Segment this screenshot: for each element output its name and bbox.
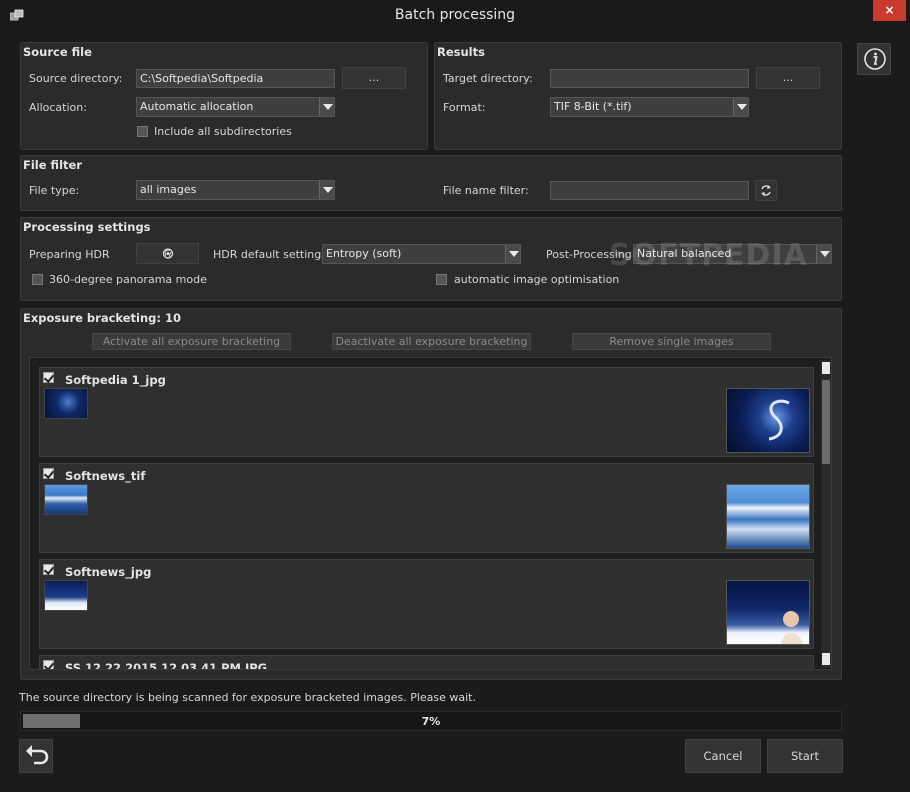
file-type-value: all images (140, 183, 197, 196)
chevron-down-icon (505, 245, 520, 263)
panorama-mode-checkbox[interactable] (32, 274, 43, 285)
processing-settings-title: Processing settings (23, 220, 151, 234)
processing-settings-panel: Processing settings Preparing HDR HDR de… (20, 217, 842, 301)
item-thumbnail-small (44, 388, 88, 419)
source-directory-label: Source directory: (29, 72, 123, 85)
format-value: TIF 8-Bit (*.tif) (554, 100, 632, 113)
exposure-list[interactable]: Softpedia 1_jpg Softnews_tif Softnews_jp… (29, 357, 832, 670)
progress-text: 7% (421, 715, 441, 728)
list-item[interactable]: Softpedia 1_jpg (39, 367, 814, 457)
file-type-select[interactable]: all images (136, 180, 335, 200)
preparing-hdr-label: Preparing HDR (29, 248, 110, 261)
window-title: Batch processing (394, 7, 516, 23)
source-file-title: Source file (23, 45, 92, 59)
hdr-default-settings-select[interactable]: Entropy (soft) (322, 244, 521, 264)
close-button[interactable]: × (873, 0, 906, 21)
list-item[interactable]: SS 12 22 2015 12 03 41 PM JPG (39, 655, 814, 670)
file-filter-panel: File filter File type: all images File n… (20, 155, 842, 211)
item-thumbnail-small (44, 580, 88, 611)
file-name-filter-label: File name filter: (443, 184, 529, 197)
target-directory-input[interactable] (550, 69, 749, 88)
chevron-down-icon (319, 181, 334, 199)
file-type-label: File type: (29, 184, 80, 197)
item-name: Softnews_tif (65, 469, 146, 483)
chevron-down-icon (733, 98, 748, 116)
list-item[interactable]: Softnews_jpg (39, 559, 814, 649)
source-browse-button[interactable]: ... (342, 67, 406, 89)
item-name: SS 12 22 2015 12 03 41 PM JPG (65, 661, 268, 670)
chevron-down-icon (816, 245, 831, 263)
allocation-label: Allocation: (29, 101, 87, 114)
preparing-hdr-button[interactable] (136, 243, 199, 264)
hdr-default-settings-label: HDR default settings: (213, 248, 331, 261)
panorama-mode-label: 360-degree panorama mode (49, 273, 207, 286)
scroll-down-icon[interactable] (822, 653, 830, 665)
refresh-filter-button[interactable] (755, 180, 777, 201)
format-label: Format: (443, 101, 486, 114)
source-directory-input[interactable]: C:\Softpedia\Softpedia (136, 69, 335, 88)
item-name: Softnews_jpg (65, 565, 152, 579)
scroll-up-icon[interactable] (822, 362, 830, 374)
hdr-default-settings-value: Entropy (soft) (326, 247, 402, 260)
file-filter-title: File filter (23, 158, 82, 172)
target-directory-label: Target directory: (443, 72, 533, 85)
chevron-down-icon (319, 98, 334, 116)
include-subdirectories-label: Include all subdirectories (154, 125, 292, 138)
title-bar: Batch processing × (0, 0, 910, 31)
scrollbar-thumb[interactable] (822, 380, 830, 464)
back-button[interactable] (19, 739, 53, 773)
item-checkbox[interactable] (43, 372, 54, 383)
item-thumbnail-large (726, 484, 810, 549)
activate-all-button[interactable]: Activate all exposure bracketing (92, 333, 291, 350)
undo-icon (26, 745, 49, 765)
target-browse-button[interactable]: ... (756, 67, 820, 89)
allocation-select[interactable]: Automatic allocation (136, 97, 335, 117)
source-file-panel: Source file Source directory: C:\Softped… (20, 42, 428, 150)
watermark-text: SOFTPEDIA (609, 238, 808, 273)
item-checkbox[interactable] (43, 468, 54, 479)
item-thumbnail-large (726, 580, 810, 645)
list-scrollbar[interactable] (821, 360, 831, 668)
portrait-image (781, 611, 803, 644)
deactivate-all-button[interactable]: Deactivate all exposure bracketing (332, 333, 531, 350)
auto-optimisation-label: automatic image optimisation (454, 273, 620, 286)
allocation-value: Automatic allocation (140, 100, 254, 113)
results-panel: Results Target directory: ... Format: TI… (434, 42, 842, 150)
cancel-button[interactable]: Cancel (685, 739, 761, 773)
info-icon (864, 48, 886, 70)
format-select[interactable]: TIF 8-Bit (*.tif) (550, 97, 749, 117)
list-item[interactable]: Softnews_tif (39, 463, 814, 553)
auto-optimisation-checkbox[interactable] (436, 274, 447, 285)
item-checkbox[interactable] (43, 564, 54, 575)
swirl-image (768, 399, 790, 441)
item-name: Softpedia 1_jpg (65, 373, 166, 387)
file-name-filter-input[interactable] (550, 181, 749, 200)
item-thumbnail-small (44, 484, 88, 515)
remove-single-images-button[interactable]: Remove single images (572, 333, 771, 350)
exposure-bracketing-title: Exposure bracketing: 10 (23, 311, 181, 325)
start-button[interactable]: Start (767, 739, 843, 773)
item-thumbnail-large (726, 388, 810, 453)
item-checkbox[interactable] (43, 660, 54, 669)
status-message: The source directory is being scanned fo… (19, 691, 476, 704)
results-title: Results (437, 45, 485, 59)
scan-progress-bar: 7% (20, 711, 842, 731)
aperture-icon (162, 248, 174, 259)
include-subdirectories-checkbox[interactable] (137, 126, 148, 137)
refresh-icon (761, 185, 771, 196)
info-button[interactable] (857, 43, 891, 75)
